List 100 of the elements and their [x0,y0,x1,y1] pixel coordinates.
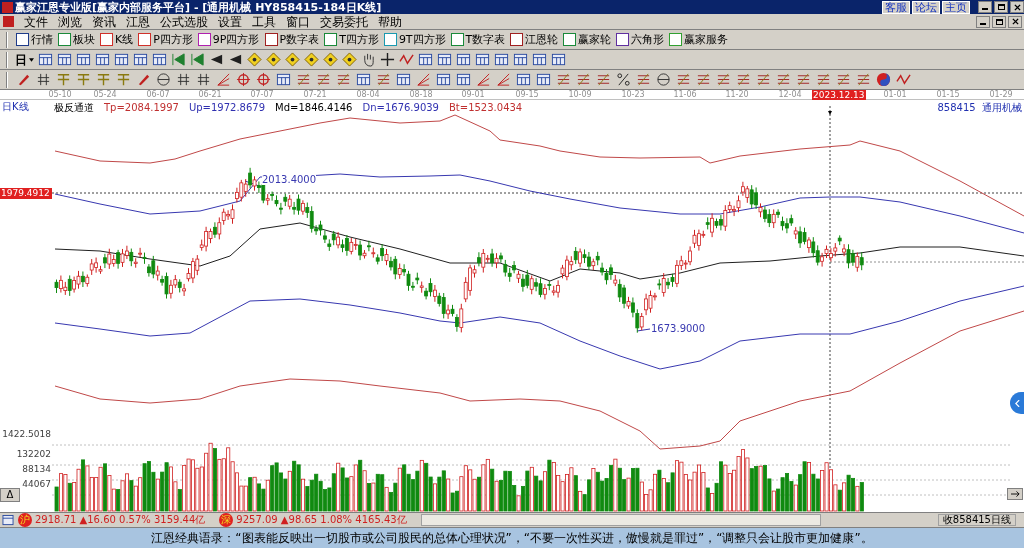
hand-icon[interactable] [361,52,376,67]
toolbar-tool-icon[interactable] [16,33,29,46]
period-dropdown[interactable]: 日 [15,53,34,66]
toolbar-tool-icon[interactable] [264,33,278,46]
toolbar-tool-icon[interactable] [58,33,71,46]
toolbar-button[interactable]: 行情 [31,34,53,45]
fork-icon[interactable] [56,72,71,87]
toolbar-tool-icon[interactable] [100,33,113,46]
grid-icon[interactable] [516,72,531,87]
toolbar-button[interactable]: 9P四方形 [212,34,260,45]
pen-icon[interactable] [16,72,31,87]
horizontal-scrollbar[interactable] [420,514,821,526]
grid-icon[interactable] [456,72,471,87]
triangle-icon[interactable] [228,52,243,67]
lines-icon[interactable] [316,72,331,87]
diamond-icon[interactable] [247,52,262,67]
lines-icon[interactable] [856,72,871,87]
percent-icon[interactable] [616,72,631,87]
toolbar-tool-icon[interactable] [450,33,464,46]
minimize-button[interactable] [978,1,992,13]
target-icon[interactable] [236,72,251,87]
lines-icon[interactable] [736,72,751,87]
toolbar-button[interactable]: P数字表 [279,34,320,45]
fork-icon[interactable] [76,72,91,87]
circle-icon[interactable] [656,72,671,87]
crosshair-icon[interactable] [380,52,395,67]
toolbar-tool-icon[interactable] [510,33,524,46]
menu-item[interactable]: 浏览 [58,15,82,28]
fan-lines-icon[interactable] [416,72,431,87]
lines-icon[interactable] [776,72,791,87]
menu-item[interactable]: 资讯 [92,15,116,28]
lines-icon[interactable] [676,72,691,87]
circle-icon[interactable] [156,72,171,87]
menu-item[interactable]: 帮助 [378,15,402,28]
menu-item[interactable]: 江恩 [126,15,150,28]
grid-icon[interactable] [436,72,451,87]
target-icon[interactable] [256,72,271,87]
fork-icon[interactable] [96,72,111,87]
toolbar-tool-icon[interactable] [616,33,630,46]
diamond-icon[interactable] [342,52,357,67]
restore-button[interactable] [994,1,1008,13]
header-link[interactable]: 主页 [942,0,970,14]
lines-icon[interactable] [756,72,771,87]
diamond-icon[interactable] [285,52,300,67]
lines-icon[interactable] [796,72,811,87]
lines-icon[interactable] [596,72,611,87]
calendar-icon[interactable] [2,514,14,526]
scroll-right-button[interactable] [1007,488,1023,500]
lines-icon[interactable] [296,72,311,87]
minimize-button[interactable] [976,15,990,28]
toolbar-tool-icon[interactable] [563,33,577,46]
diamond-icon[interactable] [304,52,319,67]
fan-lines-icon[interactable] [496,72,511,87]
lines-icon[interactable] [696,72,711,87]
pen-icon[interactable] [136,72,151,87]
wave-icon[interactable] [896,72,911,87]
toolbar-button[interactable]: T四方形 [339,34,379,45]
toolbar-button[interactable]: P四方形 [153,34,193,45]
skip-arrow-icon[interactable] [171,52,186,67]
menu-item[interactable]: 设置 [218,15,242,28]
lines-icon[interactable] [336,72,351,87]
toolbar-button[interactable]: K线 [115,34,134,45]
toolbar-button[interactable]: 9T四方形 [398,34,446,45]
lines-icon[interactable] [556,72,571,87]
diamond-icon[interactable] [266,52,281,67]
lines-icon[interactable] [816,72,831,87]
grid-icon[interactable] [57,52,72,67]
toolbar-button[interactable]: 江恩轮 [525,34,559,45]
close-button[interactable] [1010,1,1024,13]
side-arrow-button[interactable] [1010,392,1024,414]
toolbar-button[interactable]: 赢家轮 [578,34,612,45]
fork-icon[interactable] [116,72,131,87]
yin-yang-icon[interactable] [876,72,891,87]
header-link[interactable]: 论坛 [912,0,940,14]
grid-icon[interactable] [276,72,291,87]
grid-icon[interactable] [356,72,371,87]
hash-icon[interactable] [176,72,191,87]
diamond-icon[interactable] [323,52,338,67]
fan-lines-icon[interactable] [476,72,491,87]
lines-icon[interactable] [636,72,651,87]
menu-item[interactable]: 工具 [252,15,276,28]
lines-icon[interactable] [836,72,851,87]
close-button[interactable] [1008,15,1022,28]
header-link[interactable]: 客服 [882,0,910,14]
lines-icon[interactable] [576,72,591,87]
menu-item[interactable]: 交易委托 [320,15,368,28]
menu-item[interactable]: 公式选股 [160,15,208,28]
lines-icon[interactable] [376,72,391,87]
lines-icon[interactable] [716,72,731,87]
hash-icon[interactable] [196,72,211,87]
wave-icon[interactable] [399,52,414,67]
restore-button[interactable] [992,15,1006,28]
hash-icon[interactable] [36,72,51,87]
toolbar-tool-icon[interactable] [138,33,152,46]
toolbar-button[interactable]: 赢家服务 [684,34,729,45]
volume-toggle-button[interactable]: Δ [0,488,20,502]
toolbar-button[interactable]: 六角形 [631,34,665,45]
toolbar-tool-icon[interactable] [197,33,211,46]
toolbar-button[interactable]: 板块 [73,34,95,45]
toolbar-tool-icon[interactable] [324,33,338,46]
